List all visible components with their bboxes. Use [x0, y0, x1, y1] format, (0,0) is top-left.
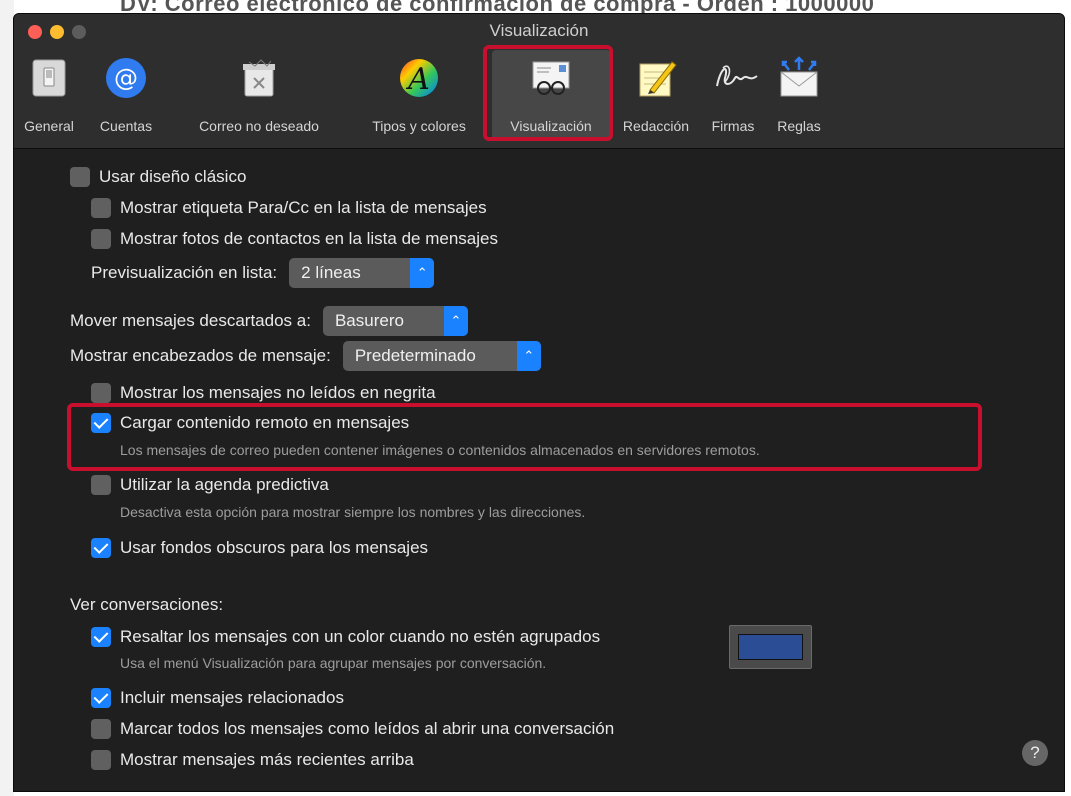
toolbar-item-signatures[interactable]: Firmas — [702, 50, 764, 140]
smart-addresses-option[interactable]: Utilizar la agenda predictiva — [91, 475, 329, 495]
highlight-color-option[interactable]: Resaltar los mensajes con un color cuand… — [91, 627, 600, 647]
junk-bin-icon — [237, 56, 281, 100]
highlight-color-label: Resaltar los mensajes con un color cuand… — [120, 627, 601, 646]
show-contact-photos-label: Mostrar fotos de contactos en la lista d… — [120, 229, 498, 248]
envelope-arrows-icon — [777, 56, 821, 100]
toolbar-item-composing[interactable]: Redacción — [612, 50, 700, 140]
smart-addresses-description: Desactiva esta opción para mostrar siemp… — [120, 504, 586, 520]
toolbar-label-composing: Redacción — [622, 118, 690, 134]
move-discarded-popup[interactable]: Basurero ⌃ — [322, 306, 468, 336]
show-contact-photos-checkbox[interactable] — [91, 229, 111, 249]
move-discarded-value: Basurero — [334, 311, 404, 330]
show-contact-photos-option[interactable]: Mostrar fotos de contactos en la lista d… — [91, 229, 498, 249]
at-sign-icon: @ — [104, 56, 148, 100]
highlight-color-description: Usa el menú Visualización para agrupar m… — [120, 655, 547, 671]
popup-arrows-icon: ⌃ — [516, 341, 541, 371]
popup-arrows-icon: ⌃ — [443, 306, 468, 336]
include-related-checkbox[interactable] — [91, 688, 111, 708]
smart-addresses-checkbox[interactable] — [91, 475, 111, 495]
show-to-cc-checkbox[interactable] — [91, 198, 111, 218]
highlight-color-well[interactable] — [729, 625, 812, 669]
viewing-tab-highlight-box — [483, 45, 613, 141]
font-color-wheel-icon: A — [397, 56, 441, 100]
preferences-window: Visualización General @ Cuentas Correo n… — [13, 13, 1065, 792]
toolbar-label-rules: Reglas — [777, 118, 821, 134]
toolbar-item-rules[interactable]: Reglas — [766, 50, 832, 140]
popup-arrows-icon: ⌃ — [410, 258, 435, 288]
window-title: Visualización — [489, 21, 589, 40]
newest-on-top-label: Mostrar mensajes más recientes arriba — [120, 750, 414, 769]
mark-all-read-label: Marcar todos los mensajes como leídos al… — [120, 719, 615, 738]
smart-addresses-label: Utilizar la agenda predictiva — [120, 475, 329, 494]
show-headers-value: Predeterminado — [354, 346, 476, 365]
toolbar-label-junk: Correo no deseado — [199, 118, 319, 134]
toolbar-item-fonts-colors[interactable]: A Tipos y colores — [350, 50, 488, 140]
general-switch-icon — [27, 56, 71, 100]
highlight-color-checkbox[interactable] — [91, 627, 111, 647]
classic-layout-label: Usar diseño clásico — [99, 167, 247, 186]
list-preview-row: Previsualización en lista: 2 líneas ⌃ — [91, 258, 435, 288]
show-headers-label: Mostrar encabezados de mensaje: — [70, 346, 331, 365]
show-to-cc-option[interactable]: Mostrar etiqueta Para/Cc en la lista de … — [91, 198, 487, 218]
show-headers-row: Mostrar encabezados de mensaje: Predeter… — [70, 341, 541, 371]
move-discarded-label: Mover mensajes descartados a: — [70, 311, 311, 330]
svg-text:A: A — [405, 62, 430, 97]
unread-bold-checkbox[interactable] — [91, 383, 111, 403]
toolbar-label-accounts: Cuentas — [99, 118, 153, 134]
conversations-heading: Ver conversaciones: — [70, 595, 224, 614]
classic-layout-checkbox[interactable] — [70, 167, 90, 187]
unread-bold-label: Mostrar los mensajes no leídos en negrit… — [120, 383, 436, 402]
toolbar-label-signatures: Firmas — [711, 118, 755, 134]
background-left-strip — [0, 0, 14, 796]
toolbar-label-fonts-colors: Tipos y colores — [372, 118, 466, 134]
show-headers-popup[interactable]: Predeterminado ⌃ — [342, 341, 541, 371]
highlight-color-swatch — [738, 634, 803, 660]
toolbar-item-general[interactable]: General — [18, 50, 80, 140]
viewing-preferences-pane: Usar diseño clásico Mostrar etiqueta Par… — [14, 149, 1064, 791]
include-related-option[interactable]: Incluir mensajes relacionados — [91, 688, 344, 708]
include-related-label: Incluir mensajes relacionados — [120, 688, 344, 707]
toolbar-item-accounts[interactable]: @ Cuentas — [84, 50, 168, 140]
list-preview-popup[interactable]: 2 líneas ⌃ — [289, 258, 435, 288]
toolbar-item-junk[interactable]: Correo no deseado — [170, 50, 348, 140]
unread-bold-option[interactable]: Mostrar los mensajes no leídos en negrit… — [91, 383, 436, 403]
dark-backgrounds-option[interactable]: Usar fondos obscuros para los mensajes — [91, 538, 428, 558]
move-discarded-row: Mover mensajes descartados a: Basurero ⌃ — [70, 306, 468, 336]
toolbar-label-general: General — [24, 118, 74, 134]
dark-backgrounds-label: Usar fondos obscuros para los mensajes — [120, 538, 429, 557]
svg-text:@: @ — [114, 64, 138, 92]
mark-all-read-option[interactable]: Marcar todos los mensajes como leídos al… — [91, 719, 614, 739]
list-preview-label: Previsualización en lista: — [91, 263, 278, 282]
newest-on-top-option[interactable]: Mostrar mensajes más recientes arriba — [91, 750, 414, 770]
dark-backgrounds-checkbox[interactable] — [91, 538, 111, 558]
load-remote-highlight-box — [67, 403, 982, 471]
show-to-cc-label: Mostrar etiqueta Para/Cc en la lista de … — [120, 198, 487, 217]
classic-layout-option[interactable]: Usar diseño clásico — [70, 167, 246, 187]
list-preview-value: 2 líneas — [301, 263, 361, 282]
notepad-pencil-icon — [634, 56, 678, 100]
newest-on-top-checkbox[interactable] — [91, 750, 111, 770]
signature-icon — [711, 56, 758, 100]
help-button[interactable]: ? — [1022, 740, 1048, 766]
mark-all-read-checkbox[interactable] — [91, 719, 111, 739]
